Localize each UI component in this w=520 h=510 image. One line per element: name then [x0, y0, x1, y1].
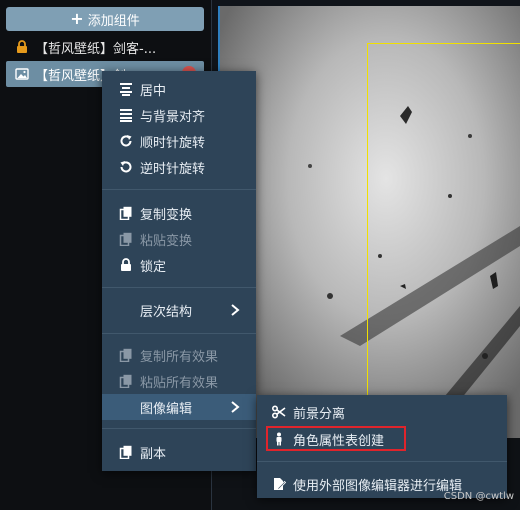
- wallpaper-preview: [218, 6, 520, 438]
- menu-item-hierarchy[interactable]: 层次结构: [102, 297, 256, 323]
- menu-item-rotate-counterclockwise[interactable]: 逆时针旋转: [102, 154, 256, 180]
- menu-item-center[interactable]: 居中: [102, 76, 256, 102]
- duplicate-icon: [118, 444, 134, 460]
- copy-icon: [118, 205, 134, 221]
- rotate-cw-icon: [118, 133, 134, 149]
- scissors-icon: [271, 404, 287, 420]
- menu-item-paste-all-effects: 粘贴所有效果: [102, 368, 256, 394]
- image-icon: [15, 67, 29, 81]
- menu-item-copy-transform[interactable]: 复制变换: [102, 200, 256, 226]
- menu-divider: [102, 189, 256, 190]
- lock-icon: [118, 257, 134, 273]
- menu-item-paste-transform: 粘贴变换: [102, 226, 256, 252]
- align-center-icon: [118, 81, 134, 97]
- chevron-right-icon: [228, 302, 242, 318]
- menu-item-rotate-clockwise[interactable]: 顺时针旋转: [102, 128, 256, 154]
- image-editing-submenu: 前景分离 角色属性表创建 使用外部图像编辑器进行编辑: [257, 395, 507, 498]
- submenu-item-foreground-separation[interactable]: 前景分离: [257, 399, 507, 425]
- external-edit-icon: [271, 476, 287, 492]
- paste-icon: [118, 373, 134, 389]
- lock-icon: [15, 40, 29, 54]
- layer-item[interactable]: 【哲风壁纸】剑客-...: [6, 34, 204, 60]
- layer-label: 【哲风壁纸】剑客-...: [35, 41, 157, 57]
- menu-item-align-background[interactable]: 与背景对齐: [102, 102, 256, 128]
- menu-item-image-editing[interactable]: 图像编辑: [102, 394, 256, 420]
- watermark: CSDN @cwtlw: [443, 491, 514, 502]
- selection-outline[interactable]: [367, 43, 520, 438]
- menu-divider: [102, 428, 256, 429]
- context-menu: 居中 与背景对齐 顺时针旋转 逆时针旋转 复制变换 粘贴变换 锁定 层次结构 复…: [102, 71, 256, 471]
- menu-item-duplicate[interactable]: 副本: [102, 439, 256, 465]
- plus-icon: +: [70, 9, 84, 28]
- rotate-ccw-icon: [118, 159, 134, 175]
- copy-icon: [118, 347, 134, 363]
- add-component-label: 添加组件: [87, 13, 140, 29]
- highlight-box: [266, 426, 406, 451]
- menu-divider: [102, 333, 256, 334]
- menu-divider: [257, 461, 507, 462]
- menu-item-lock[interactable]: 锁定: [102, 252, 256, 278]
- paste-icon: [118, 231, 134, 247]
- chevron-right-icon: [228, 399, 242, 415]
- menu-divider: [102, 287, 256, 288]
- menu-item-copy-all-effects: 复制所有效果: [102, 342, 256, 368]
- add-component-button[interactable]: + 添加组件: [6, 7, 204, 31]
- align-justify-icon: [118, 107, 134, 123]
